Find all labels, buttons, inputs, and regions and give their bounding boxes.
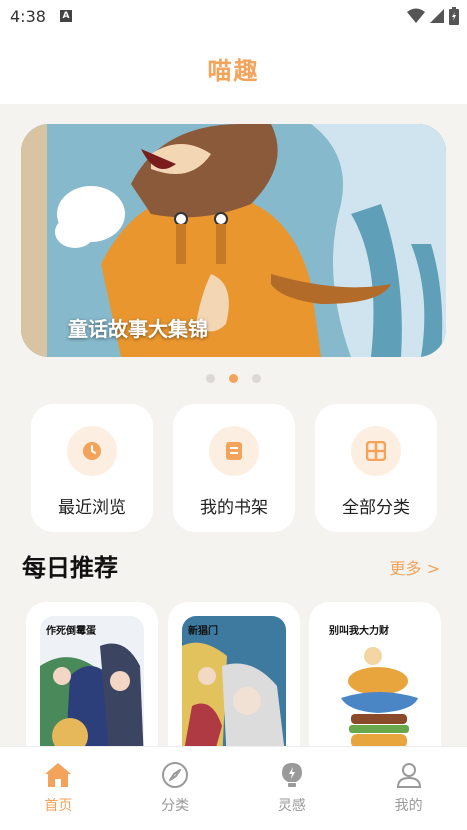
recommend-card[interactable]: 别叫我大力财 [309, 602, 441, 762]
app-title: 喵趣 [207, 56, 260, 85]
status-bar: 4:38 A [0, 0, 467, 32]
carousel-dot[interactable] [252, 374, 261, 383]
quick-action-label: 全部分类 [342, 498, 410, 518]
tab-inspiration[interactable]: 灵感 [234, 747, 351, 830]
section-title: 每日推荐 [22, 554, 118, 582]
book-cover: 新猖门 [182, 616, 286, 762]
battery-icon [449, 7, 459, 25]
banner-carousel[interactable]: 童话故事大集锦 [21, 124, 446, 357]
tab-profile[interactable]: 我的 [350, 747, 467, 830]
home-icon [45, 763, 72, 787]
carousel-dot-active[interactable] [229, 374, 238, 383]
quick-action-recent[interactable]: 最近浏览 [31, 404, 153, 532]
carousel-indicator [0, 374, 467, 383]
wifi-icon [407, 8, 425, 23]
book-cover: 作死倒霉蛋 [40, 616, 144, 762]
book-icon-container [209, 426, 259, 476]
cover-art [40, 616, 144, 762]
cover-title: 作死倒霉蛋 [46, 626, 96, 637]
book-icon [226, 442, 242, 460]
grid-icon [366, 441, 386, 461]
signal-icon [430, 9, 444, 23]
user-icon [396, 763, 421, 788]
tab-category[interactable]: 分类 [117, 747, 234, 830]
status-icons [407, 7, 459, 25]
more-link[interactable]: 更多 > [390, 555, 441, 579]
recommend-card[interactable]: 新猖门 [168, 602, 300, 762]
tab-label: 我的 [394, 798, 423, 814]
tab-label: 分类 [161, 798, 190, 814]
quick-action-categories[interactable]: 全部分类 [315, 404, 437, 532]
compass-icon [162, 762, 189, 788]
carousel-dot[interactable] [206, 374, 215, 383]
cover-art [182, 616, 286, 762]
grid-icon-container [351, 426, 401, 476]
tab-home[interactable]: 首页 [0, 747, 117, 830]
notification-icon: A [59, 10, 72, 22]
clock-icon [83, 442, 101, 460]
lightbulb-icon [281, 763, 302, 787]
quick-action-label: 最近浏览 [58, 498, 126, 518]
cover-title: 别叫我大力财 [329, 626, 389, 637]
app-header: 喵趣 [0, 32, 467, 104]
clock-icon-container [67, 426, 117, 476]
cover-art [323, 616, 427, 762]
quick-action-bookshelf[interactable]: 我的书架 [173, 404, 295, 532]
recommend-card[interactable]: 作死倒霉蛋 [26, 602, 158, 762]
cover-title: 新猖门 [188, 626, 218, 637]
tab-label: 首页 [44, 798, 73, 814]
status-time: 4:38 [10, 6, 46, 26]
bottom-tab-bar: 首页 分类 灵感 我的 [0, 746, 467, 830]
quick-action-label: 我的书架 [200, 498, 268, 518]
tab-label: 灵感 [277, 798, 306, 814]
book-cover: 别叫我大力财 [323, 616, 427, 762]
banner-caption: 童话故事大集锦 [68, 317, 208, 341]
